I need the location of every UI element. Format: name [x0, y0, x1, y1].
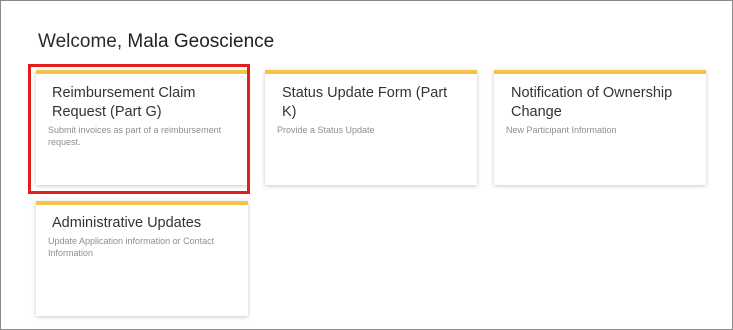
card-administrative-updates[interactable]: Administrative Updates Update Applicatio…	[36, 201, 248, 316]
user-name: Mala Geoscience	[127, 31, 275, 52]
welcome-prefix: Welcome,	[38, 31, 123, 52]
card-status-update[interactable]: Status Update Form (Part K) Provide a St…	[265, 70, 477, 185]
card-description: New Participant Information	[506, 125, 617, 135]
card-reimbursement-claim[interactable]: Reimbursement Claim Request (Part G) Sub…	[36, 70, 248, 185]
card-title: Administrative Updates	[52, 215, 202, 231]
card-title: Notification of Ownership Change	[511, 85, 673, 120]
card-title: Reimbursement Claim Request (Part G)	[52, 85, 196, 120]
card-description: Provide a Status Update	[277, 125, 375, 135]
welcome-heading: Welcome, Mala Geoscience	[38, 31, 274, 53]
card-title: Status Update Form (Part K)	[282, 85, 448, 120]
page-frame: Welcome, Mala Geoscience Reimbursement C…	[0, 0, 733, 330]
card-ownership-change[interactable]: Notification of Ownership Change New Par…	[494, 70, 706, 185]
card-description: Submit invoices as part of a reimburseme…	[48, 125, 222, 147]
card-description: Update Application information or Contac…	[48, 236, 215, 258]
